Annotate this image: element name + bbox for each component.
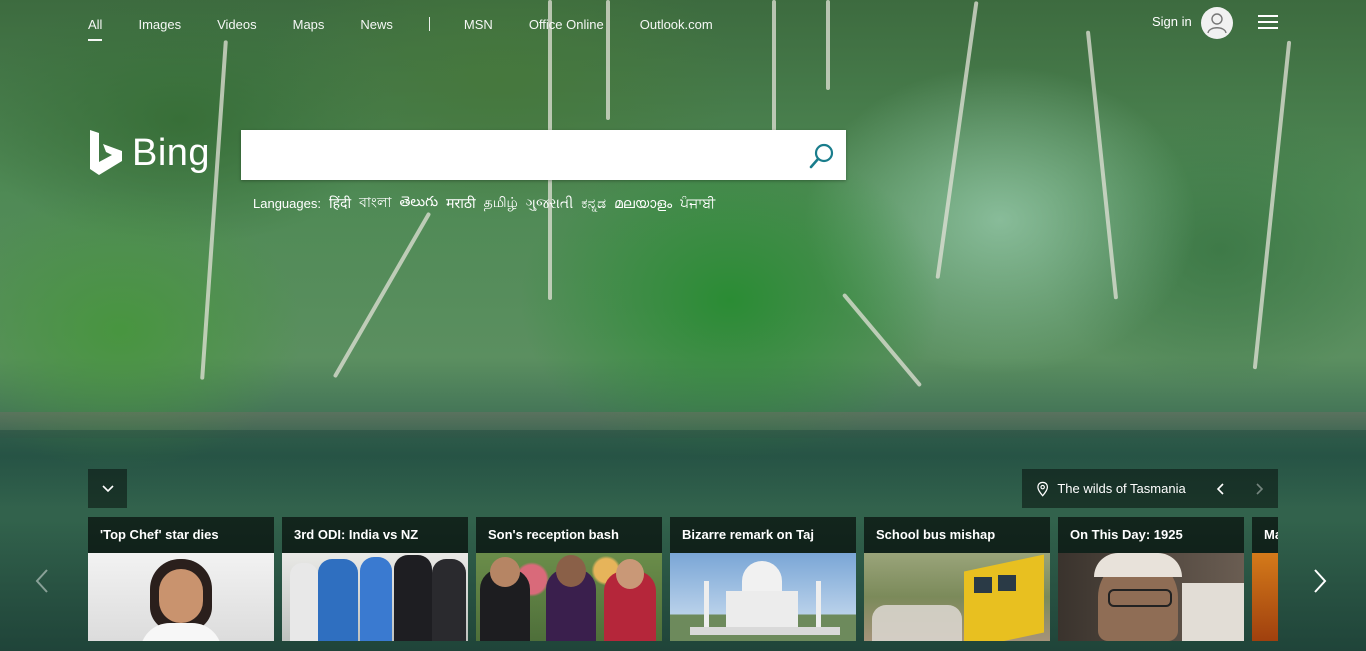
logo-text: Bing: [132, 131, 211, 174]
news-card-title: Ma: [1252, 517, 1278, 553]
news-carousel: 'Top Chef' star dies 3rd ODI: India vs N…: [88, 517, 1278, 641]
image-info-bar: The wilds of Tasmania: [1022, 469, 1278, 508]
bing-logo[interactable]: Bing: [88, 128, 210, 178]
language-link[interactable]: ಕನ್ನಡ: [581, 195, 606, 212]
bing-b-icon: [90, 130, 122, 175]
carousel-next-button[interactable]: [1312, 568, 1328, 594]
chevron-left-icon: [1216, 482, 1224, 495]
nav-videos[interactable]: Videos: [217, 17, 257, 32]
language-link[interactable]: తెలుగు: [399, 193, 438, 213]
nav-msn[interactable]: MSN: [464, 17, 493, 32]
location-pin-icon: [1037, 481, 1049, 497]
language-link[interactable]: বাংলা: [359, 191, 391, 215]
menu-icon[interactable]: [1258, 15, 1278, 29]
language-link[interactable]: ਪੰਜਾਬੀ: [680, 195, 715, 212]
chevron-right-icon: [1314, 569, 1327, 593]
chevron-down-icon: [101, 484, 114, 492]
news-thumbnail: [864, 553, 1050, 641]
news-card-title: 'Top Chef' star dies: [88, 517, 274, 553]
news-card-title: Son's reception bash: [476, 517, 662, 553]
news-card[interactable]: Ma: [1252, 517, 1278, 641]
sign-in-link[interactable]: Sign in: [1152, 14, 1192, 29]
news-card-title: Bizarre remark on Taj: [670, 517, 856, 553]
search-icon[interactable]: [808, 142, 836, 170]
search-input[interactable]: [251, 130, 795, 182]
language-link[interactable]: தமிழ்: [484, 194, 518, 213]
nav-images[interactable]: Images: [138, 17, 181, 32]
user-avatar-icon[interactable]: [1201, 7, 1233, 39]
top-nav: All Images Videos Maps News MSN Office O…: [88, 14, 749, 41]
image-caption-link[interactable]: The wilds of Tasmania: [1057, 481, 1202, 496]
news-card-title: 3rd ODI: India vs NZ: [282, 517, 468, 553]
nav-all[interactable]: All: [88, 17, 103, 41]
previous-image-button[interactable]: [1202, 469, 1240, 508]
languages-bar: Languages: हिंदी বাংলা తెలుగు मराठी தமிழ…: [253, 191, 715, 215]
next-image-button[interactable]: [1240, 469, 1278, 508]
carousel-prev-button[interactable]: [34, 568, 50, 594]
news-card-title: On This Day: 1925: [1058, 517, 1244, 553]
search-box: [241, 130, 846, 182]
news-card[interactable]: School bus mishap: [864, 517, 1050, 641]
news-card[interactable]: 'Top Chef' star dies: [88, 517, 274, 641]
news-thumbnail: [1252, 553, 1278, 641]
collapse-news-button[interactable]: [88, 469, 127, 508]
language-link[interactable]: ગુજરાતી: [526, 195, 573, 212]
nav-outlook[interactable]: Outlook.com: [640, 17, 713, 32]
news-card[interactable]: Son's reception bash: [476, 517, 662, 641]
chevron-right-icon: [1256, 482, 1264, 495]
news-card-title: School bus mishap: [864, 517, 1050, 553]
news-thumbnail: [282, 553, 468, 641]
nav-divider: [428, 17, 430, 31]
news-card[interactable]: 3rd ODI: India vs NZ: [282, 517, 468, 641]
language-link[interactable]: हिंदी: [329, 194, 351, 213]
news-thumbnail: [88, 553, 274, 641]
news-thumbnail: [670, 553, 856, 641]
news-thumbnail: [476, 553, 662, 641]
news-card[interactable]: On This Day: 1925: [1058, 517, 1244, 641]
language-link[interactable]: മലയാളം: [614, 195, 672, 212]
languages-label: Languages:: [253, 195, 321, 211]
nav-office-online[interactable]: Office Online: [529, 17, 604, 32]
nav-news[interactable]: News: [360, 17, 393, 32]
news-thumbnail: [1058, 553, 1244, 641]
news-card[interactable]: Bizarre remark on Taj: [670, 517, 856, 641]
language-link[interactable]: मराठी: [446, 194, 475, 213]
chevron-left-icon: [35, 569, 48, 593]
nav-maps[interactable]: Maps: [293, 17, 325, 32]
